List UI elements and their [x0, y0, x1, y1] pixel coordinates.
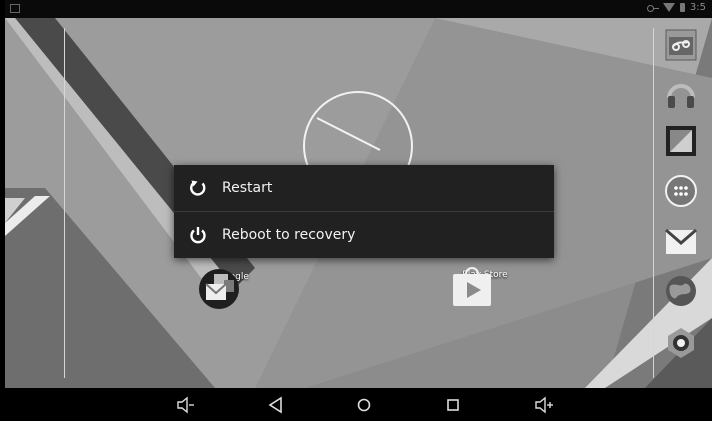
restart-option[interactable]: Restart [174, 165, 554, 211]
notification-icon [10, 4, 20, 13]
home-app-google[interactable]: Google [198, 268, 268, 309]
reboot-to-recovery-label: Reboot to recovery [222, 227, 356, 243]
play-store-icon [453, 267, 491, 306]
volume-down-icon[interactable] [175, 394, 197, 416]
reboot-to-recovery-option[interactable]: Reboot to recovery [174, 211, 554, 258]
globe-browser-icon[interactable] [664, 274, 698, 308]
app-drawer-icon[interactable] [664, 174, 698, 208]
power-icon [190, 227, 206, 244]
headphones-music-icon[interactable] [664, 76, 698, 110]
device-screen: 3:5 Store Restart Reboot to recovery [0, 0, 712, 421]
back-icon[interactable] [265, 394, 287, 416]
volume-up-icon[interactable] [533, 394, 555, 416]
gallery-icon[interactable] [664, 124, 698, 158]
home-app-play-store[interactable]: Play Store [450, 266, 520, 306]
home-icon[interactable] [353, 394, 375, 416]
power-options-dialog: Restart Reboot to recovery [174, 165, 554, 258]
status-time: 3:5 [689, 2, 706, 13]
navigation-bar [5, 388, 712, 421]
status-bar: 3:5 [5, 0, 712, 18]
left-edge-guide [64, 28, 65, 378]
recents-icon[interactable] [442, 394, 464, 416]
wifi-icon [662, 3, 675, 12]
vpn-key-icon [646, 4, 659, 12]
camera-icon[interactable] [664, 326, 698, 360]
restart-label: Restart [222, 180, 273, 196]
battery-icon [679, 3, 685, 12]
gmail-icon[interactable] [664, 224, 698, 258]
right-edge-guide [653, 28, 654, 378]
right-dock [664, 28, 704, 378]
photo-frame-icon[interactable] [664, 28, 698, 62]
restart-icon [190, 180, 206, 196]
google-folder-icon [199, 269, 239, 309]
